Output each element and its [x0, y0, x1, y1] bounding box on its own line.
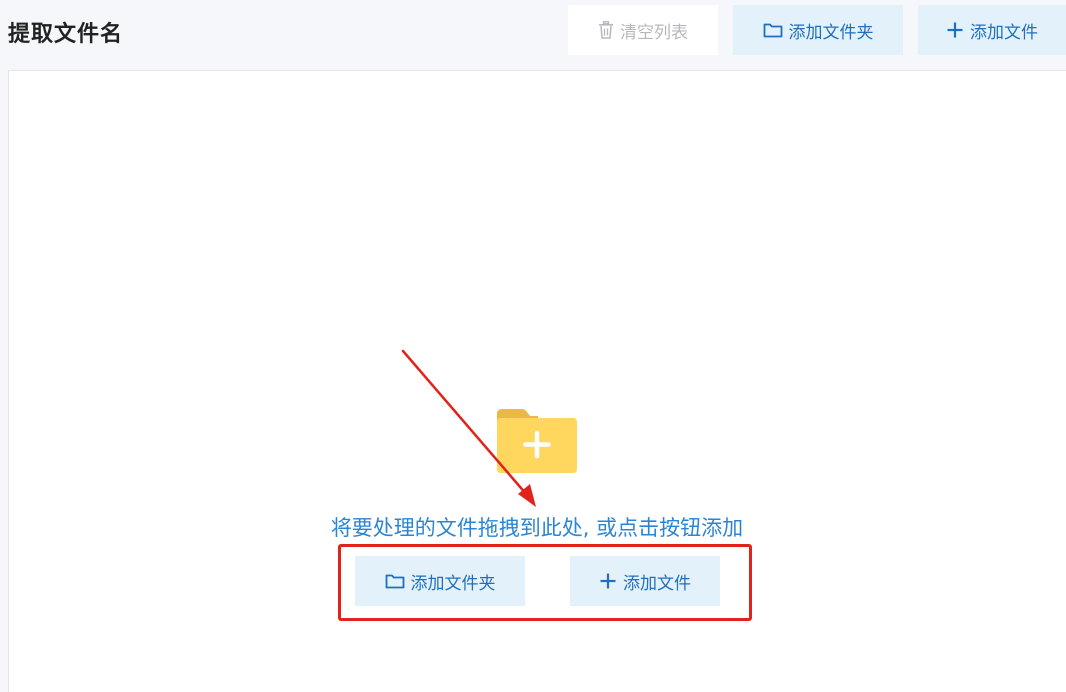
- folder-plus-icon: [497, 409, 577, 473]
- trash-icon: [599, 21, 613, 39]
- clear-list-button[interactable]: 清空列表: [568, 5, 718, 55]
- add-folder-button[interactable]: 添加文件夹: [733, 5, 903, 55]
- page-title: 提取文件名: [8, 22, 124, 47]
- add-file-label: 添加文件: [970, 22, 1038, 43]
- add-folder-label: 添加文件夹: [788, 22, 874, 43]
- drop-hint-label: 将要处理的文件拖拽到此处, 或点击按钮添加: [330, 516, 744, 540]
- toolbar: 提取文件名 清空列表 添加文件夹 添加文件: [0, 0, 1066, 62]
- add-file-button[interactable]: 添加文件: [918, 5, 1066, 55]
- folder-icon: [763, 23, 782, 38]
- plus-icon: [947, 22, 963, 38]
- annotation-highlight-box: [338, 544, 752, 621]
- clear-list-label: 清空列表: [620, 22, 688, 43]
- drop-hint-text: 将要处理的文件拖拽到此处, 或点击按钮添加: [0, 512, 1066, 542]
